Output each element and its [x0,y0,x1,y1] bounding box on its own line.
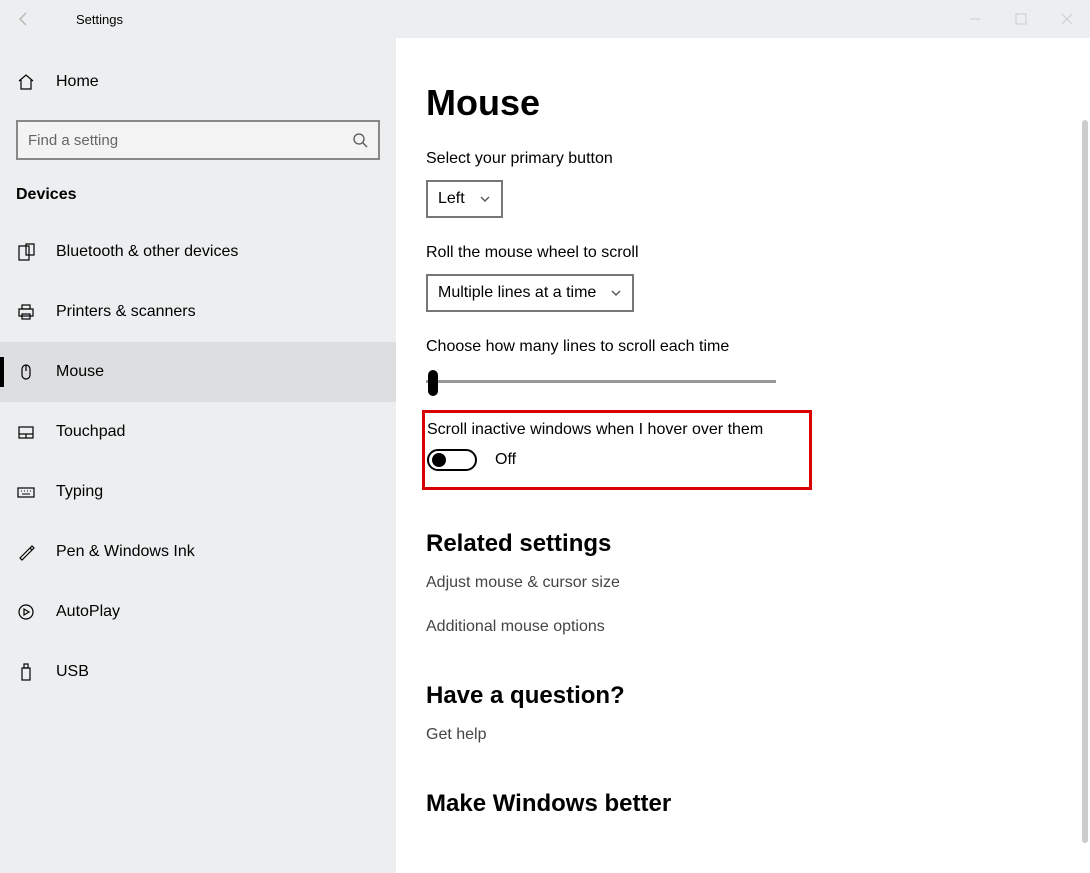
chevron-down-icon [610,287,622,299]
primary-button-value: Left [438,190,465,208]
close-button[interactable] [1044,0,1090,38]
inactive-windows-label: Scroll inactive windows when I hover ove… [427,421,795,439]
additional-mouse-link[interactable]: Additional mouse options [426,618,1060,636]
sidebar-item-bluetooth[interactable]: Bluetooth & other devices [0,222,396,282]
touchpad-icon [16,422,36,442]
sidebar-item-label: AutoPlay [56,603,120,621]
sidebar-item-pen[interactable]: Pen & Windows Ink [0,522,396,582]
primary-button-label: Select your primary button [426,150,1060,168]
window-title: Settings [76,12,123,27]
home-label: Home [56,73,99,91]
get-help-link[interactable]: Get help [426,726,1060,744]
main-content: Mouse Select your primary button Left Ro… [396,38,1090,873]
window-controls [952,0,1090,38]
sidebar: Home Devices Bluetooth & other devices P… [0,38,396,873]
maximize-button[interactable] [998,0,1044,38]
usb-icon [16,662,36,682]
question-heading: Have a question? [426,682,1060,710]
primary-button-dropdown[interactable]: Left [426,180,503,218]
scrollbar[interactable] [1082,120,1088,843]
wheel-scroll-value: Multiple lines at a time [438,284,596,302]
sidebar-item-touchpad[interactable]: Touchpad [0,402,396,462]
lines-scroll-label: Choose how many lines to scroll each tim… [426,338,1060,356]
toggle-state-text: Off [495,451,516,469]
sidebar-item-typing[interactable]: Typing [0,462,396,522]
mouse-icon [16,362,36,382]
adjust-cursor-link[interactable]: Adjust mouse & cursor size [426,574,1060,592]
sidebar-item-label: Printers & scanners [56,303,196,321]
home-icon [16,72,36,92]
search-icon [352,132,368,148]
page-title: Mouse [426,82,1060,124]
sidebar-item-label: Touchpad [56,423,125,441]
sidebar-item-autoplay[interactable]: AutoPlay [0,582,396,642]
sidebar-item-label: Typing [56,483,103,501]
pen-icon [16,542,36,562]
minimize-button[interactable] [952,0,998,38]
sidebar-section-title: Devices [0,172,396,222]
sidebar-item-mouse[interactable]: Mouse [0,342,396,402]
wheel-scroll-label: Roll the mouse wheel to scroll [426,244,1060,262]
back-button[interactable] [0,11,48,27]
highlighted-setting: Scroll inactive windows when I hover ove… [422,410,812,490]
slider-thumb[interactable] [428,370,438,396]
printer-icon [16,302,36,322]
inactive-windows-toggle[interactable] [427,449,477,471]
home-nav[interactable]: Home [0,52,396,112]
sidebar-item-label: Pen & Windows Ink [56,543,195,561]
lines-scroll-slider[interactable] [426,368,776,396]
chevron-down-icon [479,193,491,205]
search-input[interactable] [16,120,380,160]
search-field[interactable] [28,132,352,149]
sidebar-item-usb[interactable]: USB [0,642,396,702]
slider-track [426,380,776,383]
feedback-heading: Make Windows better [426,790,1060,818]
sidebar-item-label: USB [56,663,89,681]
toggle-knob [432,453,446,467]
autoplay-icon [16,602,36,622]
related-settings-heading: Related settings [426,530,1060,558]
keyboard-icon [16,482,36,502]
bluetooth-icon [16,242,36,262]
titlebar: Settings [0,0,1090,38]
sidebar-item-label: Mouse [56,363,104,381]
wheel-scroll-dropdown[interactable]: Multiple lines at a time [426,274,634,312]
sidebar-item-label: Bluetooth & other devices [56,243,238,261]
sidebar-item-printers[interactable]: Printers & scanners [0,282,396,342]
